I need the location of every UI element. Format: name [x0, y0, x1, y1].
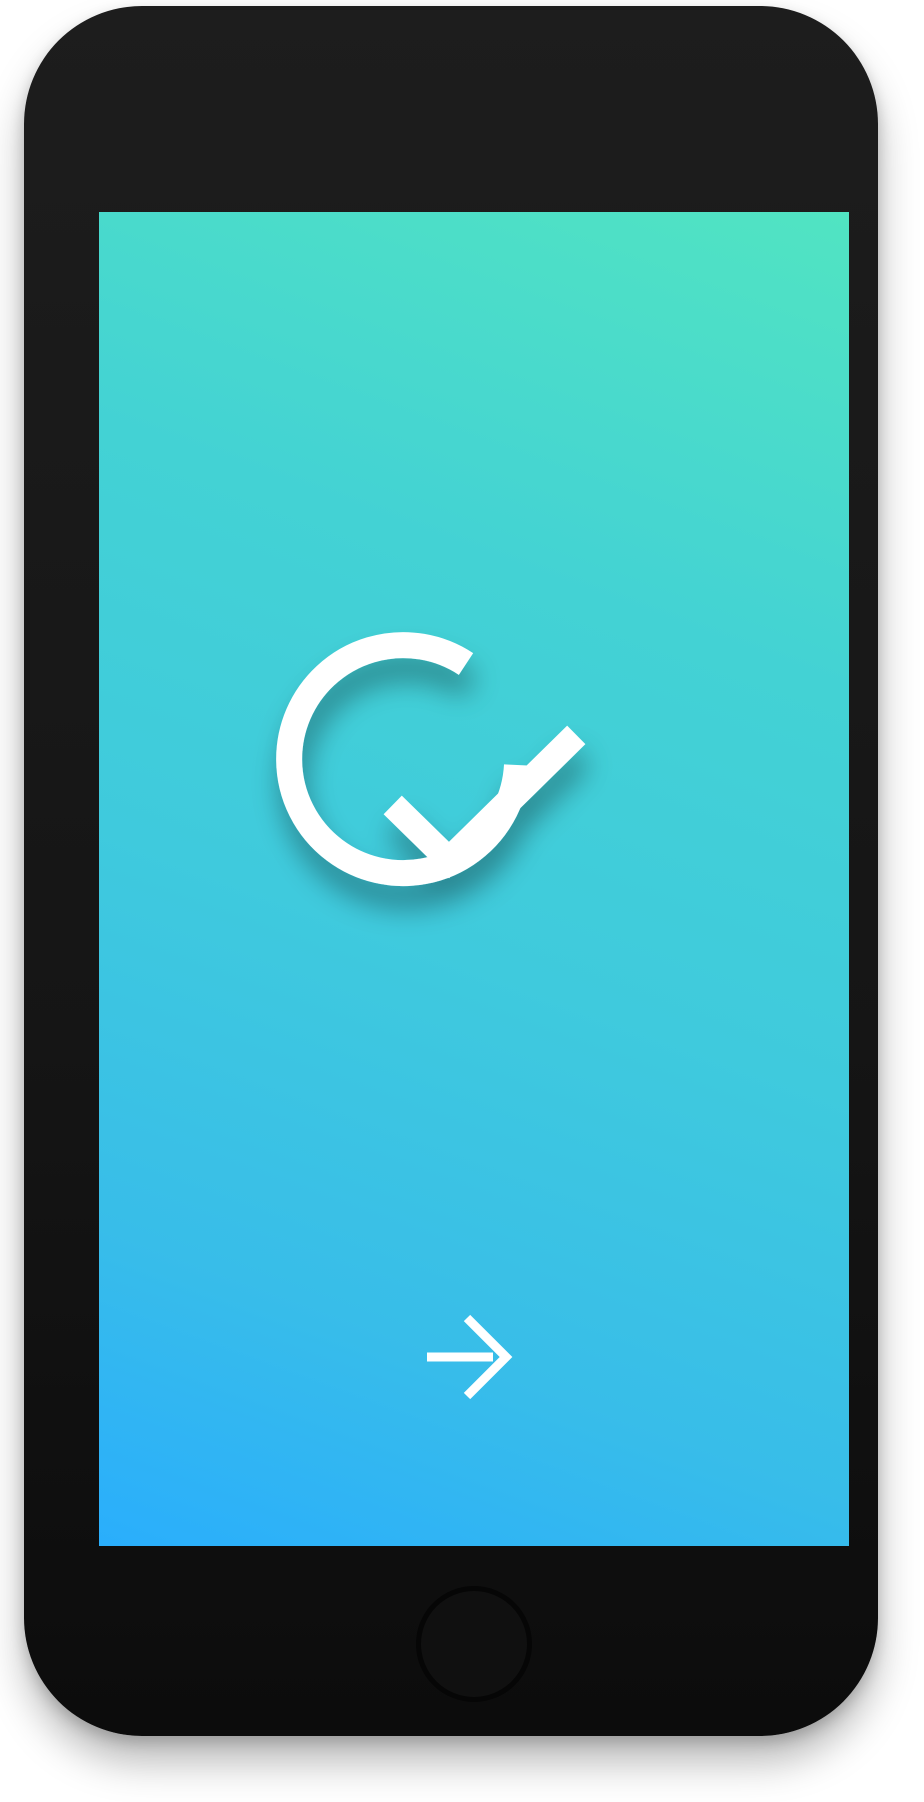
next-arrow-button[interactable]	[427, 1312, 517, 1402]
check-circle-logo-icon	[276, 622, 624, 922]
app-screen	[99, 212, 849, 1546]
home-button[interactable]	[416, 1586, 532, 1702]
check-circle-logo-svg	[276, 632, 586, 887]
stage	[0, 0, 924, 1802]
phone-device	[24, 6, 878, 1736]
arrow-right-icon	[427, 1314, 513, 1400]
